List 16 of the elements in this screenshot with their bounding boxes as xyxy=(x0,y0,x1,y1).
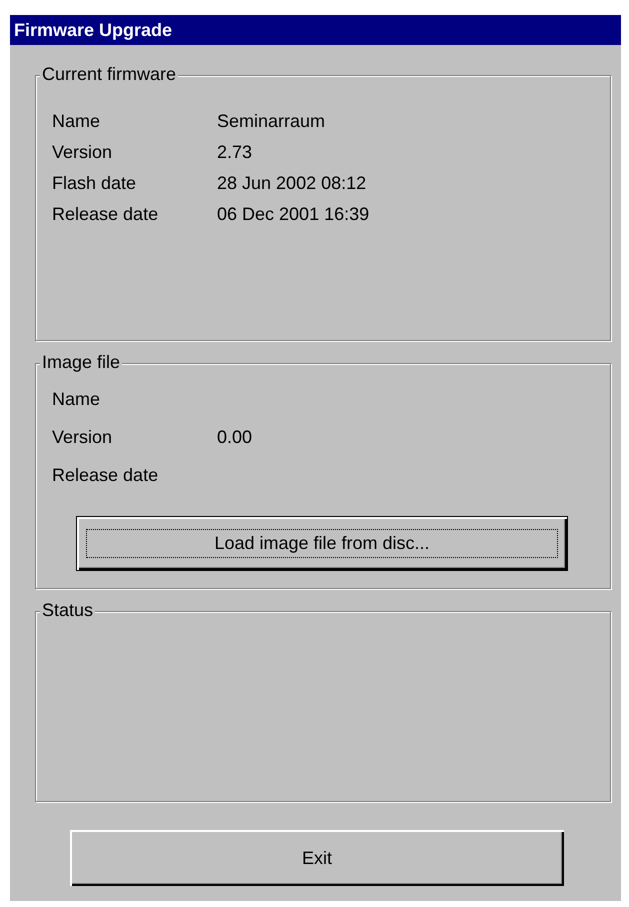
field-value: 2.73 xyxy=(217,142,252,163)
field-value: Seminarraum xyxy=(217,111,326,132)
exit-button[interactable]: Exit xyxy=(70,830,564,886)
field-label: Release date xyxy=(52,204,160,225)
field-label: Name xyxy=(52,388,102,410)
group-title: Image file xyxy=(40,352,122,373)
field-value: 28 Jun 2002 08:12 xyxy=(217,173,366,194)
field-value: 0.00 xyxy=(217,426,252,448)
load-image-button[interactable]: Load image file from disc... xyxy=(76,516,568,571)
field-value: 06 Dec 2001 16:39 xyxy=(217,204,370,225)
field-label: Version xyxy=(52,142,114,163)
window-title: Firmware Upgrade xyxy=(14,20,172,40)
field-label: Release date xyxy=(52,464,160,486)
field-label: Version xyxy=(52,426,114,448)
field-label: Name xyxy=(52,111,102,132)
field-label: Flash date xyxy=(52,173,138,194)
